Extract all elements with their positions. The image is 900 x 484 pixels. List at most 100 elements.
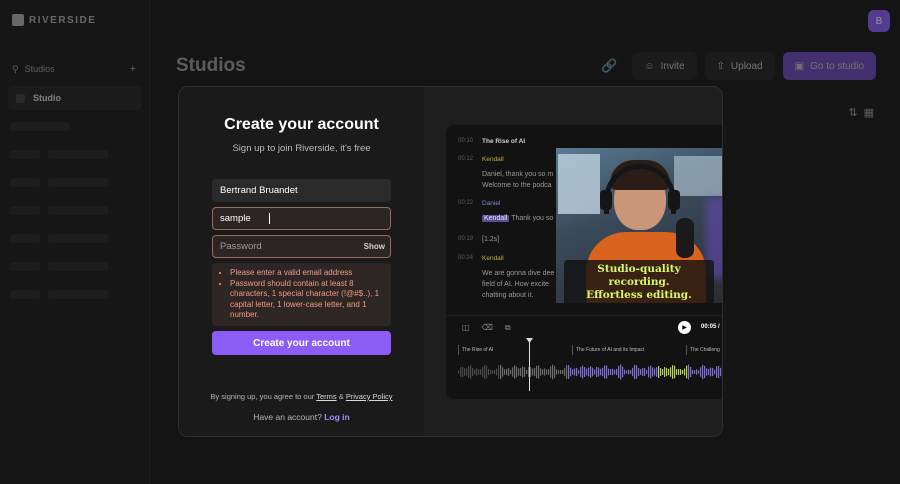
waveform-bar	[552, 364, 554, 380]
go-to-studio-label: Go to studio	[810, 60, 864, 72]
waveform-bar	[620, 364, 622, 380]
waveform-bar	[714, 369, 716, 375]
go-to-studio-button[interactable]: ▣ Go to studio	[782, 52, 876, 80]
waveform-bar	[590, 366, 592, 378]
error-box: Please enter a valid email address Passw…	[212, 263, 391, 326]
waveform-bar	[664, 367, 666, 377]
waveform-bar	[630, 370, 632, 374]
headphone-earcup	[668, 190, 680, 210]
sort-icon[interactable]: ⇅	[848, 106, 857, 119]
chapter-marker[interactable]: The Rise of AI	[458, 345, 493, 355]
upload-label: Upload	[730, 60, 763, 72]
password-field[interactable]: Show	[212, 235, 391, 258]
waveform-bar	[580, 366, 582, 378]
link-icon[interactable]: 🔗	[594, 52, 624, 80]
sidebar-item-label: Studio	[33, 93, 61, 103]
waveform-bar	[518, 368, 520, 376]
waveform-bar	[500, 364, 502, 380]
signup-modal: Create your account Sign up to join Rive…	[178, 86, 723, 437]
waveform-bar	[582, 365, 584, 379]
waveform-bar	[650, 365, 652, 379]
waveform-bar	[600, 368, 602, 376]
waveform-bar	[572, 369, 574, 375]
name-field[interactable]	[212, 179, 391, 202]
view-toggle: ⇅ ▦	[848, 106, 874, 119]
header-actions: 🔗 ☺ Invite ⇧ Upload ▣ Go to studio	[594, 52, 876, 80]
chapter-marker[interactable]: The Future of AI and its Impact	[572, 345, 644, 355]
split-icon[interactable]: ◫	[462, 323, 470, 333]
text-caret	[269, 213, 270, 224]
transcript-time: 00:22	[458, 200, 474, 206]
email-input[interactable]	[220, 213, 268, 224]
studio-icon	[16, 93, 25, 103]
waveform-bar	[706, 368, 708, 376]
waveform-bar	[692, 369, 694, 375]
waveform-bar	[662, 369, 664, 375]
waveform-bar	[644, 367, 646, 377]
highlighted-word[interactable]: Kendall	[482, 215, 510, 222]
user-icon: ☺	[644, 60, 655, 72]
trash-icon[interactable]: ⌫	[482, 323, 493, 333]
waveform-bar	[558, 370, 560, 374]
add-studio-icon[interactable]: +	[130, 63, 136, 75]
waveform-bar	[470, 365, 472, 379]
invite-button[interactable]: ☺ Invite	[632, 52, 697, 80]
sidebar-item-studio[interactable]: Studio	[8, 86, 142, 110]
privacy-policy-link[interactable]: Privacy Policy	[346, 392, 393, 401]
waveform-bar	[690, 367, 692, 377]
speaker-name: Kendall	[482, 255, 504, 262]
avatar[interactable]: B	[868, 10, 890, 32]
waveform-bar	[708, 368, 710, 376]
transcript-pause: [1.2s]	[482, 236, 500, 243]
email-field[interactable]	[212, 207, 391, 230]
player-controls: ◫ ⌫ ⧉ ▶ 00:05 /	[446, 315, 722, 337]
transcript-line: We are gonna dive dee	[482, 270, 555, 277]
waveform-bar	[668, 368, 670, 376]
chapter-marker[interactable]: The Challeng	[686, 345, 720, 355]
search-icon: ⚲	[12, 63, 19, 74]
copy-icon[interactable]: ⧉	[505, 323, 511, 333]
waveform-bar	[700, 367, 702, 377]
speaker-name: Kendall	[482, 156, 504, 163]
waveform-bar	[508, 368, 510, 376]
name-input[interactable]	[220, 185, 360, 196]
waveform-bar	[634, 364, 636, 380]
waveform-bar	[528, 367, 530, 377]
placeholder-row	[10, 206, 142, 215]
waveform-bar	[628, 369, 630, 375]
waveform-bar	[612, 368, 614, 376]
waveform-bar	[586, 368, 588, 376]
waveform-bar	[680, 369, 682, 375]
waveform-bar	[502, 367, 504, 377]
modal-subtitle: Sign up to join Riverside, it's free	[232, 143, 371, 154]
waveform-bar	[466, 368, 468, 376]
video-preview[interactable]: Studio-quality recording. Effortless edi…	[556, 148, 722, 303]
waveform-bar	[490, 370, 492, 374]
waveform-bar	[654, 368, 656, 376]
upload-button[interactable]: ⇧ Upload	[704, 52, 775, 80]
waveform-bar	[550, 366, 552, 378]
terms-link[interactable]: Terms	[316, 392, 336, 401]
waveform-bar	[576, 367, 578, 377]
login-link[interactable]: Log in	[324, 412, 350, 422]
show-password-button[interactable]: Show	[364, 242, 385, 251]
transcript-line: Daniel, thank you so m	[482, 171, 554, 178]
upload-icon: ⇧	[716, 60, 725, 72]
error-email: Please enter a valid email address	[230, 268, 384, 279]
waveform-bar	[722, 368, 723, 375]
login-prompt-text: Have an account?	[253, 412, 322, 422]
waveform-bar	[624, 369, 626, 375]
transcript-line: field of AI. How excite	[482, 281, 549, 288]
waveform-bar	[462, 366, 464, 378]
waveform-bar	[688, 364, 690, 380]
play-button[interactable]: ▶	[678, 321, 691, 334]
grid-icon[interactable]: ▦	[864, 106, 874, 119]
terms-text: By signing up, you agree to our Terms & …	[179, 392, 424, 401]
sidebar-placeholder-list	[10, 122, 142, 318]
transcript-time: 00:12	[458, 156, 474, 162]
transcript-line: chatting about it.	[482, 292, 534, 299]
create-account-button[interactable]: Create your account	[212, 331, 391, 355]
sidebar-search[interactable]: ⚲ Studios +	[12, 62, 138, 76]
waveform-bar	[704, 365, 706, 379]
password-input[interactable]	[220, 241, 360, 252]
